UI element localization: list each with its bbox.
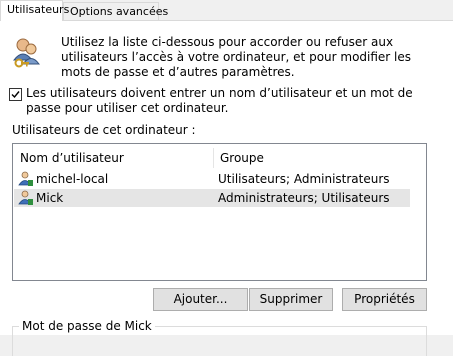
tab-options-avancees[interactable]: Options avancées <box>63 2 168 20</box>
users-keys-icon <box>10 36 44 70</box>
user-name: Mick <box>36 191 64 205</box>
checkmark-icon <box>11 91 20 99</box>
column-header-username[interactable]: Nom d’utilisateur <box>14 148 214 168</box>
require-password-label[interactable]: Les utilisateurs doivent entrer un nom d… <box>26 86 446 116</box>
intro-text: Utilisez la liste ci-dessous pour accord… <box>61 35 412 79</box>
users-list[interactable]: Nom d’utilisateur Groupe michel-local Ut… <box>12 143 427 281</box>
properties-button[interactable]: Propriétés <box>342 288 427 311</box>
tab-utilisateurs[interactable]: Utilisateurs <box>0 0 69 21</box>
column-header-group[interactable]: Groupe <box>214 148 364 168</box>
table-row[interactable]: michel-local Utilisateurs; Administrateu… <box>14 170 410 188</box>
user-icon <box>18 171 34 187</box>
table-row[interactable]: Mick Administrateurs; Utilisateurs <box>14 189 410 207</box>
password-group-label: Mot de passe de Mick <box>19 319 155 334</box>
user-group: Administrateurs; Utilisateurs <box>218 191 390 205</box>
remove-user-button[interactable]: Supprimer <box>249 288 333 311</box>
user-name: michel-local <box>36 172 109 186</box>
user-icon <box>18 190 34 206</box>
add-user-button[interactable]: Ajouter... <box>153 288 248 311</box>
require-password-checkbox[interactable] <box>9 88 22 101</box>
user-group: Utilisateurs; Administrateurs <box>218 172 390 186</box>
users-section-label: Utilisateurs de cet ordinateur : <box>12 123 196 137</box>
tab-strip: Utilisateurs Options avancées <box>0 0 453 21</box>
